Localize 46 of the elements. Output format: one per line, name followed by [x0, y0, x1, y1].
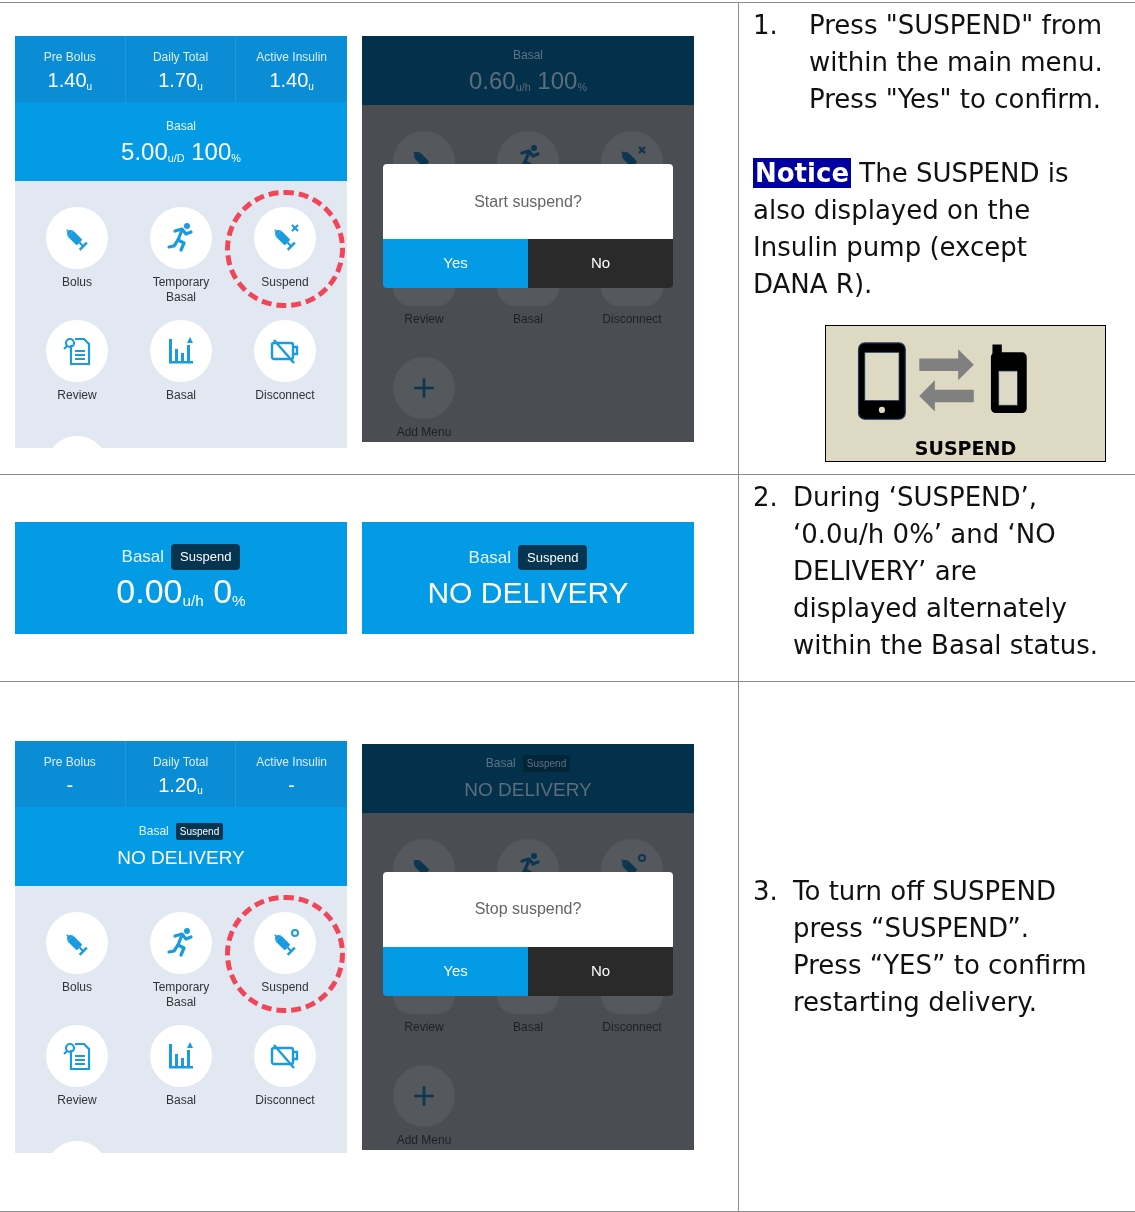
- basal-rate: 0.60$_{u/h}$ 100$_{%}$: [468, 65, 588, 96]
- stat-label: Active Insulin: [256, 753, 327, 771]
- stat-value: -: [66, 774, 74, 795]
- stat-label: Active Insulin: [256, 49, 327, 66]
- status-badge: Suspend: [171, 544, 241, 570]
- instruction-text: To turn off SUSPEND press “SUSPEND”.: [793, 874, 1057, 945]
- basal-status: NO DELIVERY: [117, 846, 245, 870]
- illustration-caption: SUSPEND: [914, 439, 1017, 458]
- basal-label: Basal: [468, 546, 512, 569]
- stat-label: Pre Bolus: [43, 753, 96, 771]
- step-number: 1.: [753, 9, 779, 42]
- plus-icon: [411, 375, 437, 401]
- step-number: 3.: [753, 874, 779, 908]
- document-search-icon: [61, 335, 93, 367]
- basal-label: Basal: [138, 823, 169, 841]
- basal-rate: 5.00$_{u/D}$ 100$_{%}$: [121, 136, 241, 167]
- basal-label: Basal: [513, 46, 543, 64]
- status-badge: Suspend: [522, 754, 571, 772]
- stat-value: 1.20$_{u}$: [158, 774, 203, 795]
- stat-value: 1.40$_{u}$: [269, 70, 314, 90]
- stat-label: Pre Bolus: [43, 49, 96, 66]
- stat-value: 1.70$_{u}$: [158, 70, 203, 90]
- basal-status: NO DELIVERY: [427, 575, 629, 611]
- basal-label: Basal: [485, 755, 516, 773]
- basal-label: Basal: [165, 117, 196, 135]
- notice-text: Notice The SUSPEND is also displayed on the Insulin pump (except DANA R).: [753, 157, 1070, 301]
- status-badge: Suspend: [518, 544, 588, 570]
- basal-status: NO DELIVERY: [464, 778, 592, 802]
- no-button[interactable]: No: [528, 239, 673, 288]
- instruction-text: Press “YES” to confirm restarting delivery.: [793, 948, 1088, 1019]
- instruction-text: During ‘SUSPEND’, ‘0.0u/h 0%’ and ‘NO DELIVERY’ are displayed alternately within the Basal status.: [793, 481, 1099, 662]
- menu-tile-button[interactable]: Temporary Basal: [139, 911, 223, 1010]
- basal-label: Basal: [121, 546, 165, 568]
- instruction-text: Press "Yes" to confirm.: [809, 83, 1103, 116]
- step-number: 2.: [753, 481, 779, 514]
- menu-tile-button[interactable]: Temporary Basal: [139, 207, 223, 305]
- stat-label: Daily Total: [152, 753, 209, 771]
- stat-value: -: [288, 774, 295, 795]
- instruction-text: Press "SUSPEND" from within the main menu.: [809, 9, 1104, 79]
- no-button[interactable]: No: [528, 946, 673, 996]
- stat-label: Daily Total: [152, 49, 209, 66]
- dialog-message: Start suspend?: [474, 191, 582, 212]
- status-badge: Suspend: [175, 822, 224, 840]
- dialog-message: Stop suspend?: [474, 899, 582, 919]
- basal-rate: 0.00$_{u/h}$ 0$_{%}$: [116, 570, 246, 612]
- stat-value: 1.40$_{u}$: [47, 70, 93, 90]
